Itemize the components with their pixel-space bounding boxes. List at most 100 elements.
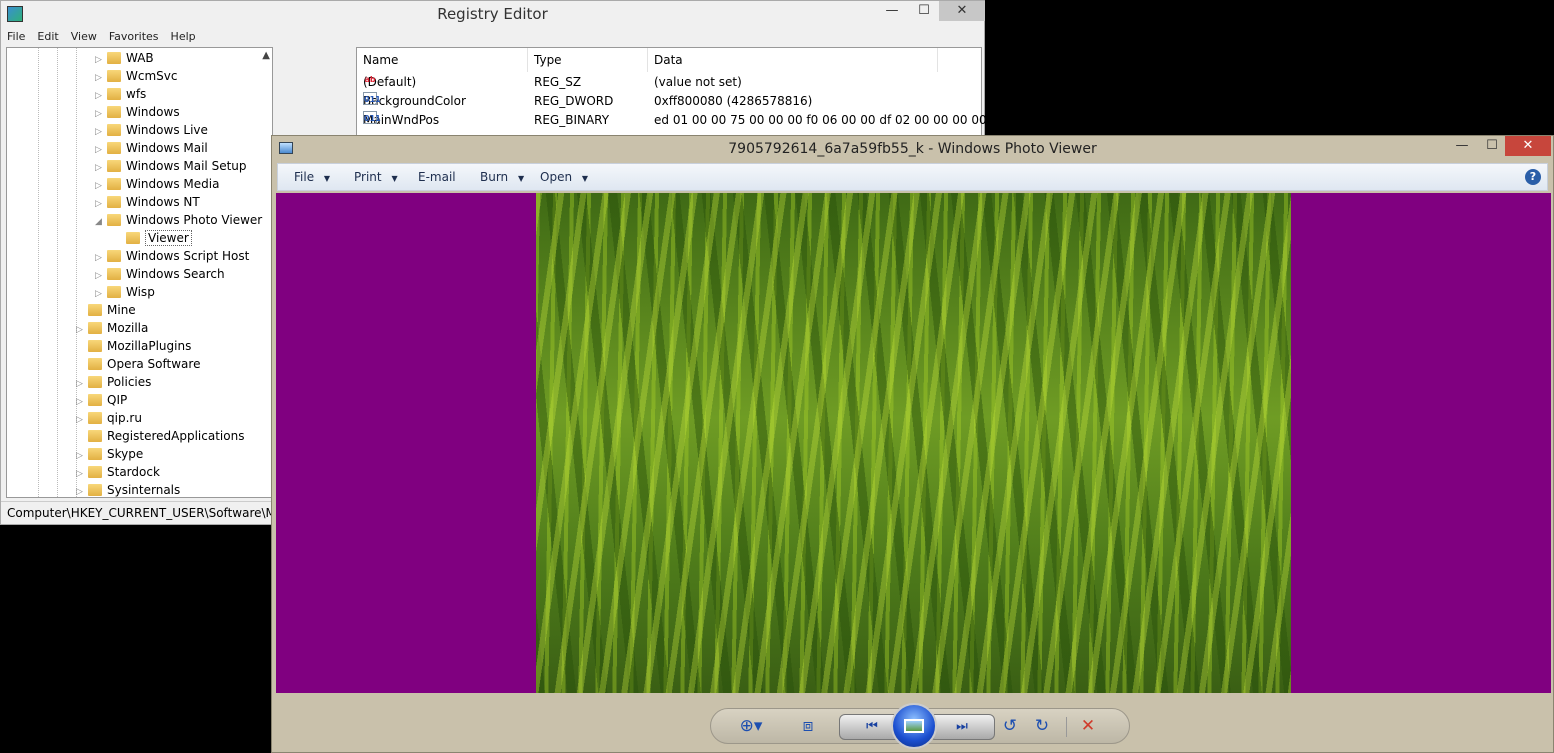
toolbar-email-button[interactable]: E-mail [418,164,462,192]
value-row[interactable]: ab (Default) REG_SZ (value not set) [357,73,981,92]
scroll-up-arrow[interactable]: ▲ [262,50,270,61]
tree-item-label: Opera Software [107,357,201,371]
tree-item[interactable]: ▷ Skype [76,445,143,463]
tree-item[interactable]: ▷ wfs [95,85,146,103]
tree-item[interactable]: ▷ Windows NT [95,193,200,211]
zoom-icon[interactable]: ⊕▾ [733,714,769,738]
tree-item[interactable]: ▷ WcmSvc [95,67,177,85]
tree-item[interactable]: ▷ Sysinternals [76,481,180,497]
tree-item[interactable]: Opera Software [76,355,200,373]
binary-value-icon: 011 [363,92,381,105]
folder-icon [107,286,121,298]
tree-item-label: Windows Mail Setup [126,159,247,173]
tree-item-label: wfs [126,87,147,101]
menu-file[interactable]: File [1,28,31,46]
rotate-ccw-icon[interactable]: ↺ [997,714,1023,738]
value-name: ab (Default) [363,75,417,89]
folder-icon [88,448,102,460]
tree-item[interactable]: Mine [76,301,136,319]
tree-item[interactable]: ▷ WAB [95,49,154,67]
toolbar-open-button[interactable]: Open ▼ [540,164,588,192]
tree-item[interactable]: Viewer [114,229,192,247]
next-button[interactable]: ⏭ [929,714,995,740]
chevron-down-icon: ▼ [323,174,331,183]
tree-item-label: WAB [126,51,154,65]
folder-icon [88,340,102,352]
toolbar-burn-button[interactable]: Burn ▼ [480,164,524,192]
key-tree[interactable]: ▲ ▷ WAB ▷ WcmSvc ▷ wfs ▷ Windows ▷ Windows Live ▷ W… [6,47,273,498]
value-type: REG_SZ [534,75,582,89]
tree-item-label: Viewer [145,230,192,246]
tree-item-label: RegisteredApplications [107,429,245,443]
tree-item[interactable]: ▷ Windows Search [95,265,225,283]
tree-item-label: WcmSvc [126,69,178,83]
maximize-button[interactable]: ☐ [909,1,939,21]
folder-icon [126,232,140,244]
tree-item[interactable]: ▷ Wisp [95,283,155,301]
toolbar-print-button[interactable]: Print ▼ [354,164,398,192]
tree-item[interactable]: ▷ qip.ru [76,409,142,427]
tree-item[interactable]: ▷ Windows Media [95,175,219,193]
expander-icon[interactable]: ▷ [76,483,88,497]
folder-icon [88,322,102,334]
menu-edit[interactable]: Edit [31,28,64,46]
tree-item-label: Windows Media [126,177,220,191]
value-row[interactable]: 011 MainWndPos REG_BINARY ed 01 00 00 75 00… [357,111,998,130]
chevron-down-icon: ▼ [391,174,398,183]
actual-size-icon[interactable]: ⧈ [795,714,821,738]
string-value-icon: ab [364,75,376,84]
menu-help[interactable]: Help [165,28,202,46]
divider [1066,717,1067,737]
folder-icon [88,394,102,406]
folder-icon [107,250,121,262]
binary-value-icon: 011 [363,111,381,124]
column-name[interactable]: Name [357,48,528,72]
menu-favorites[interactable]: Favorites [103,28,165,46]
column-data[interactable]: Data [648,48,938,72]
menu-bar: File Edit View Favorites Help [1,28,202,46]
minimize-button[interactable]: — [877,1,907,21]
menu-view[interactable]: View [65,28,103,46]
maximize-button[interactable]: ☐ [1477,136,1507,156]
folder-icon [88,484,102,496]
close-button[interactable]: ✕ [1505,136,1551,156]
close-button[interactable]: ✕ [939,1,985,21]
tree-item[interactable]: ▷ Windows Live [95,121,208,139]
folder-icon [107,88,121,100]
help-icon[interactable]: ? [1525,169,1541,185]
chevron-down-icon: ▼ [581,174,589,183]
tree-item-label: Windows [126,105,180,119]
value-row[interactable]: 011 BackgroundColor REG_DWORD 0xff800080 (4… [357,92,981,111]
folder-icon [88,376,102,388]
tree-item[interactable]: MozillaPlugins [76,337,191,355]
tree-item[interactable]: ▷ Windows Mail Setup [95,157,247,175]
tree-item[interactable]: ▷ Stardock [76,463,160,481]
tree-item[interactable]: ▷ Mozilla [76,319,148,337]
tree-item[interactable]: RegisteredApplications [76,427,244,445]
toolbar-file-button[interactable]: File ▼ [294,164,330,192]
value-data: 0xff800080 (4286578816) [654,94,813,108]
rotate-cw-icon[interactable]: ↻ [1029,714,1055,738]
tree-item-label: Stardock [107,465,160,479]
tree-item[interactable]: ▷ Policies [76,373,151,391]
folder-icon [107,124,121,136]
tree-item-label: Wisp [126,285,155,299]
tree-item[interactable]: ▷ Windows Script Host [95,247,249,265]
tree-item[interactable]: ▷ QIP [76,391,127,409]
folder-icon [107,268,121,280]
folder-icon [88,466,102,478]
delete-icon[interactable]: ✕ [1075,714,1101,738]
folder-icon [107,160,121,172]
expander-icon[interactable]: ◢ [95,213,107,231]
tree-item[interactable]: ▷ Windows Mail [95,139,208,157]
tree-item[interactable]: ◢ Windows Photo Viewer [95,211,262,229]
slideshow-button[interactable] [891,703,937,749]
chevron-down-icon: ▼ [518,174,525,183]
column-type[interactable]: Type [528,48,648,72]
tree-item-label: MozillaPlugins [107,339,192,353]
minimize-button[interactable]: — [1447,136,1477,156]
tree-item-label: Policies [107,375,152,389]
tree-item-label: Skype [107,447,144,461]
folder-icon [88,304,102,316]
tree-item[interactable]: ▷ Windows [95,103,180,121]
